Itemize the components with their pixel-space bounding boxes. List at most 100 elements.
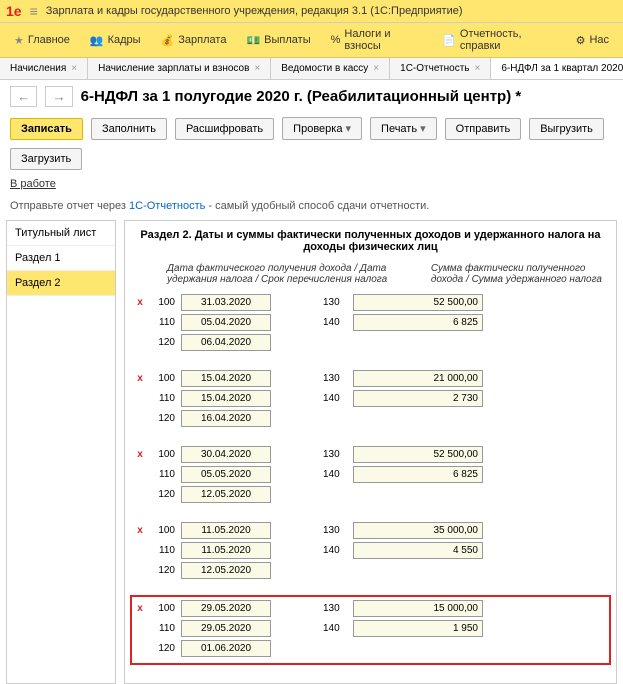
back-button[interactable]: ← xyxy=(10,86,37,107)
tab-nachisl-zp[interactable]: Начисление зарплаты и взносов× xyxy=(88,58,271,79)
code-140: 140 xyxy=(323,469,347,480)
code-140: 140 xyxy=(323,545,347,556)
code-110: 110 xyxy=(151,393,175,404)
forward-button[interactable]: → xyxy=(45,86,72,107)
delete-icon[interactable]: x xyxy=(135,603,145,614)
code-120: 120 xyxy=(151,413,175,424)
code-110: 110 xyxy=(151,545,175,556)
tab-vedom[interactable]: Ведомости в кассу× xyxy=(271,58,390,79)
code-120: 120 xyxy=(151,643,175,654)
menu-otchet[interactable]: 📄Отчетность, справки xyxy=(434,25,563,55)
info-line: Отправьте отчет через 1С-Отчетность - са… xyxy=(0,196,623,220)
app-title: Зарплата и кадры государственного учрежд… xyxy=(46,5,463,17)
close-icon[interactable]: × xyxy=(475,63,481,74)
check-button[interactable]: Проверка xyxy=(282,117,362,140)
date-100[interactable]: 30.04.2020 xyxy=(181,446,271,463)
fill-button[interactable]: Заполнить xyxy=(91,118,167,140)
date-100[interactable]: 15.04.2020 xyxy=(181,370,271,387)
date-110[interactable]: 15.04.2020 xyxy=(181,390,271,407)
hamburger-icon[interactable]: ≡ xyxy=(30,3,38,19)
amount-140[interactable]: 4 550 xyxy=(353,542,483,559)
menu-zarplata[interactable]: 💰Зарплата xyxy=(153,31,235,50)
1c-report-link[interactable]: 1С-Отчетность xyxy=(129,200,205,212)
delete-icon[interactable]: x xyxy=(135,449,145,460)
delete-icon[interactable]: x xyxy=(135,373,145,384)
print-button[interactable]: Печать xyxy=(370,117,437,140)
send-button[interactable]: Отправить xyxy=(445,118,522,140)
amount-130[interactable]: 52 500,00 xyxy=(353,294,483,311)
data-block: x 100 31.03.2020 130 52 500,00 110 05.04.2020 1… xyxy=(135,291,606,357)
code-100: 100 xyxy=(151,603,175,614)
menu-vyplaty[interactable]: 💵Выплаты xyxy=(238,31,318,50)
amount-130[interactable]: 35 000,00 xyxy=(353,522,483,539)
amount-140[interactable]: 6 825 xyxy=(353,466,483,483)
status-link[interactable]: В работе xyxy=(0,178,623,196)
percent-icon: % xyxy=(331,34,341,46)
date-110[interactable]: 05.04.2020 xyxy=(181,314,271,331)
tab-6ndfl[interactable]: 6-НДФЛ за 1 квартал 2020 г. (Реа xyxy=(491,58,623,79)
report-icon: 📄 xyxy=(442,34,456,47)
close-icon[interactable]: × xyxy=(254,63,260,74)
menu-main[interactable]: ★Главное xyxy=(6,31,78,50)
tabbar: Начисления× Начисление зарплаты и взносо… xyxy=(0,58,623,80)
menu-nalogi[interactable]: %Налоги и взносы xyxy=(323,25,431,55)
date-120[interactable]: 01.06.2020 xyxy=(181,640,271,657)
date-120[interactable]: 12.05.2020 xyxy=(181,562,271,579)
amount-140[interactable]: 6 825 xyxy=(353,314,483,331)
date-120[interactable]: 06.04.2020 xyxy=(181,334,271,351)
data-block: x 100 15.04.2020 130 21 000,00 110 15.04.2020 1… xyxy=(135,367,606,433)
data-block: x10030.04.202013052 500,0011005.05.20201… xyxy=(135,443,606,509)
date-110[interactable]: 05.05.2020 xyxy=(181,466,271,483)
amount-130[interactable]: 21 000,00 xyxy=(353,370,483,387)
sidebar-item-r2[interactable]: Раздел 2 xyxy=(7,271,115,296)
delete-icon[interactable]: x xyxy=(135,525,145,536)
code-130: 130 xyxy=(323,603,347,614)
close-icon[interactable]: × xyxy=(71,63,77,74)
sidebar-item-title[interactable]: Титульный лист xyxy=(7,221,115,246)
code-130: 130 xyxy=(323,449,347,460)
delete-icon[interactable]: x xyxy=(135,297,145,308)
data-block: x 100 11.05.2020 130 35 000,00 110 11.05.2020 1… xyxy=(135,519,606,585)
code-120: 120 xyxy=(151,337,175,348)
date-100[interactable]: 11.05.2020 xyxy=(181,522,271,539)
amount-140[interactable]: 2 730 xyxy=(353,390,483,407)
amount-130[interactable]: 52 500,00 xyxy=(353,446,483,463)
col-header-left: Дата фактического получения дохода / Дат… xyxy=(167,263,391,285)
amount-130[interactable]: 15 000,00 xyxy=(353,600,483,617)
tab-nachisl[interactable]: Начисления× xyxy=(0,58,88,79)
code-110: 110 xyxy=(151,623,175,634)
code-130: 130 xyxy=(323,373,347,384)
payout-icon: 💵 xyxy=(246,34,260,47)
code-130: 130 xyxy=(323,297,347,308)
code-100: 100 xyxy=(151,297,175,308)
money-icon: 💰 xyxy=(161,34,175,47)
code-100: 100 xyxy=(151,373,175,384)
menu-kadry[interactable]: 👥Кадры xyxy=(82,31,149,50)
gear-icon: ⚙ xyxy=(576,34,586,47)
upload-button[interactable]: Выгрузить xyxy=(529,118,604,140)
data-block: x10029.05.202013015 000,0011029.05.20201… xyxy=(130,595,611,665)
load-button[interactable]: Загрузить xyxy=(10,148,82,170)
write-button[interactable]: Записать xyxy=(10,118,83,140)
tab-1c-otch[interactable]: 1С-Отчетность× xyxy=(390,58,491,79)
code-140: 140 xyxy=(323,623,347,634)
date-120[interactable]: 16.04.2020 xyxy=(181,410,271,427)
code-140: 140 xyxy=(323,317,347,328)
code-110: 110 xyxy=(151,317,175,328)
code-100: 100 xyxy=(151,525,175,536)
doc-title: 6-НДФЛ за 1 полугодие 2020 г. (Реабилита… xyxy=(81,88,522,105)
close-icon[interactable]: × xyxy=(373,63,379,74)
date-120[interactable]: 12.05.2020 xyxy=(181,486,271,503)
date-100[interactable]: 29.05.2020 xyxy=(181,600,271,617)
decode-button[interactable]: Расшифровать xyxy=(175,118,274,140)
date-100[interactable]: 31.03.2020 xyxy=(181,294,271,311)
code-130: 130 xyxy=(323,525,347,536)
logo-1c: 1e xyxy=(6,3,22,19)
code-120: 120 xyxy=(151,489,175,500)
date-110[interactable]: 11.05.2020 xyxy=(181,542,271,559)
section-title: Раздел 2. Даты и суммы фактически получе… xyxy=(135,229,606,253)
code-140: 140 xyxy=(323,393,347,404)
menu-nast[interactable]: ⚙Нас xyxy=(568,31,617,50)
sidebar-item-r1[interactable]: Раздел 1 xyxy=(7,246,115,271)
code-100: 100 xyxy=(151,449,175,460)
